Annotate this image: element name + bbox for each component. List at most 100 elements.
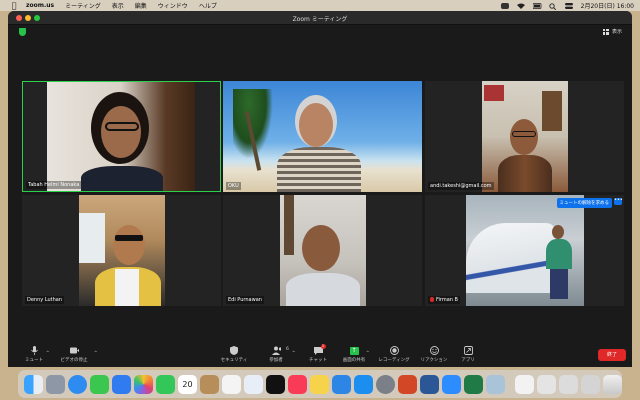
finder-icon[interactable]: [24, 374, 43, 394]
meeting-info-bar: 表示: [8, 25, 632, 39]
menu-view[interactable]: 表示: [112, 1, 124, 10]
app-store-icon[interactable]: [354, 374, 373, 394]
mail-icon[interactable]: [112, 374, 131, 394]
participant-video: [223, 81, 422, 192]
video-tile-4[interactable]: Denny Luthan: [22, 195, 221, 306]
participant-video: [280, 195, 366, 306]
share-options-chevron-icon[interactable]: ^: [366, 350, 369, 355]
excel-icon[interactable]: [464, 374, 483, 394]
word-icon[interactable]: [420, 374, 439, 394]
document-icon[interactable]: [515, 374, 534, 394]
menubar-clock[interactable]: 2月20日(日) 16:00: [581, 1, 634, 10]
freeform-icon[interactable]: [244, 374, 263, 394]
record-button[interactable]: レコーディング: [374, 346, 414, 363]
keynote-icon[interactable]: [332, 374, 351, 394]
zoom-icon[interactable]: [442, 374, 461, 394]
chat-bubble-icon: 1: [313, 344, 326, 355]
preview-icon[interactable]: [486, 374, 505, 394]
participant-video: [466, 195, 584, 306]
encryption-shield-icon[interactable]: [19, 28, 26, 36]
reminders-icon[interactable]: [222, 374, 241, 394]
window-title: Zoom ミーティング: [292, 16, 348, 23]
security-label: セキュリティ: [220, 358, 248, 363]
ask-to-unmute-button[interactable]: ミュートの解除を求める: [556, 198, 612, 208]
participants-count: 6: [286, 347, 289, 352]
photos-icon[interactable]: [134, 374, 153, 394]
menu-help[interactable]: ヘルプ: [199, 1, 217, 10]
menu-edit[interactable]: 編集: [135, 1, 147, 10]
video-tile-6[interactable]: Firman B ミュートの解除を求める •••: [425, 195, 624, 306]
messages-icon[interactable]: [90, 374, 109, 394]
minimized-window-icon[interactable]: [559, 374, 578, 394]
apple-icon[interactable]: : [10, 1, 18, 10]
participants-label: 参加者: [269, 358, 283, 363]
safari-icon[interactable]: [68, 374, 87, 394]
apps-icon: [463, 346, 473, 355]
stop-video-label: ビデオの停止: [60, 358, 88, 363]
end-meeting-button[interactable]: 終了: [598, 349, 626, 361]
participant-name: andi.takeshi@gmail.com: [428, 182, 494, 190]
zoom-meeting-window: Zoom ミーティング 表示 Tabah Helmi Nonaka OKU an…: [8, 11, 632, 367]
mic-muted-icon: [430, 297, 434, 302]
chat-button[interactable]: 1 チャット: [298, 344, 338, 363]
mute-label: ミュート: [25, 358, 43, 363]
apps-label: アプリ: [461, 358, 475, 363]
reactions-label: リアクション: [420, 358, 448, 363]
participant-video: [79, 195, 165, 306]
participants-icon: [271, 346, 281, 355]
wifi-icon[interactable]: [516, 3, 525, 9]
menubar-status-area: 2月20日(日) 16:00: [500, 0, 634, 11]
minimized-window-icon[interactable]: [581, 374, 600, 394]
control-center-icon[interactable]: [564, 2, 573, 9]
chat-unread-badge: 1: [320, 344, 326, 349]
zoom-status-icon[interactable]: [500, 2, 509, 9]
video-tile-5[interactable]: Edi Purnawan: [223, 195, 422, 306]
participant-name: Firman B: [428, 296, 460, 304]
participant-name: Denny Luthan: [25, 296, 65, 304]
powerpoint-icon[interactable]: [398, 374, 417, 394]
search-icon[interactable]: [549, 2, 557, 10]
facetime-icon[interactable]: [156, 374, 175, 394]
grid-view-icon: [602, 28, 609, 35]
trash-icon[interactable]: [603, 374, 622, 394]
audio-options-chevron-icon[interactable]: ^: [46, 350, 49, 355]
view-button-label: 表示: [611, 29, 622, 35]
security-button[interactable]: セキュリティ: [214, 346, 254, 363]
menu-app-name[interactable]: zoom.us: [26, 2, 54, 9]
share-screen-label: 画面の共有: [342, 358, 366, 363]
meeting-toolbar: ミュート ^ ビデオの停止 ^ セキュリティ 参加者 6 ^ 1 チャット ↑ …: [8, 344, 632, 367]
video-camera-icon: [69, 346, 79, 355]
system-settings-icon[interactable]: [376, 374, 395, 394]
contacts-icon[interactable]: [200, 374, 219, 394]
participant-video: [482, 81, 568, 192]
minimized-window-icon[interactable]: [537, 374, 556, 394]
video-tile-3[interactable]: andi.takeshi@gmail.com: [425, 81, 624, 192]
menu-meeting[interactable]: ミーティング: [65, 1, 101, 10]
stop-video-button[interactable]: ビデオの停止: [54, 346, 94, 363]
menu-window[interactable]: ウィンドウ: [158, 1, 188, 10]
chat-label: チャット: [309, 358, 327, 363]
security-shield-icon: [230, 346, 239, 355]
macos-dock: 20: [18, 370, 622, 398]
calendar-icon[interactable]: 20: [178, 374, 197, 394]
battery-icon[interactable]: [532, 2, 542, 9]
apps-button[interactable]: アプリ: [448, 346, 488, 363]
participants-options-chevron-icon[interactable]: ^: [292, 350, 295, 355]
participants-button[interactable]: 参加者: [256, 346, 296, 363]
view-button[interactable]: 表示: [602, 28, 622, 35]
participant-video: [47, 82, 195, 191]
record-icon: [389, 346, 399, 355]
more-options-button[interactable]: •••: [614, 198, 623, 205]
video-tile-2[interactable]: OKU: [223, 81, 422, 192]
window-titlebar: Zoom ミーティング: [8, 11, 632, 25]
participant-name: Tabah Helmi Nonaka: [26, 181, 82, 189]
video-tile-1[interactable]: Tabah Helmi Nonaka: [22, 81, 221, 192]
apple-tv-icon[interactable]: [266, 374, 285, 394]
launchpad-icon[interactable]: [46, 374, 65, 394]
music-icon[interactable]: [288, 374, 307, 394]
participant-name: OKU: [226, 182, 241, 190]
participant-name: Edi Purnawan: [226, 296, 264, 304]
video-options-chevron-icon[interactable]: ^: [94, 350, 97, 355]
notes-icon[interactable]: [310, 374, 329, 394]
share-screen-icon: ↑: [349, 346, 359, 355]
